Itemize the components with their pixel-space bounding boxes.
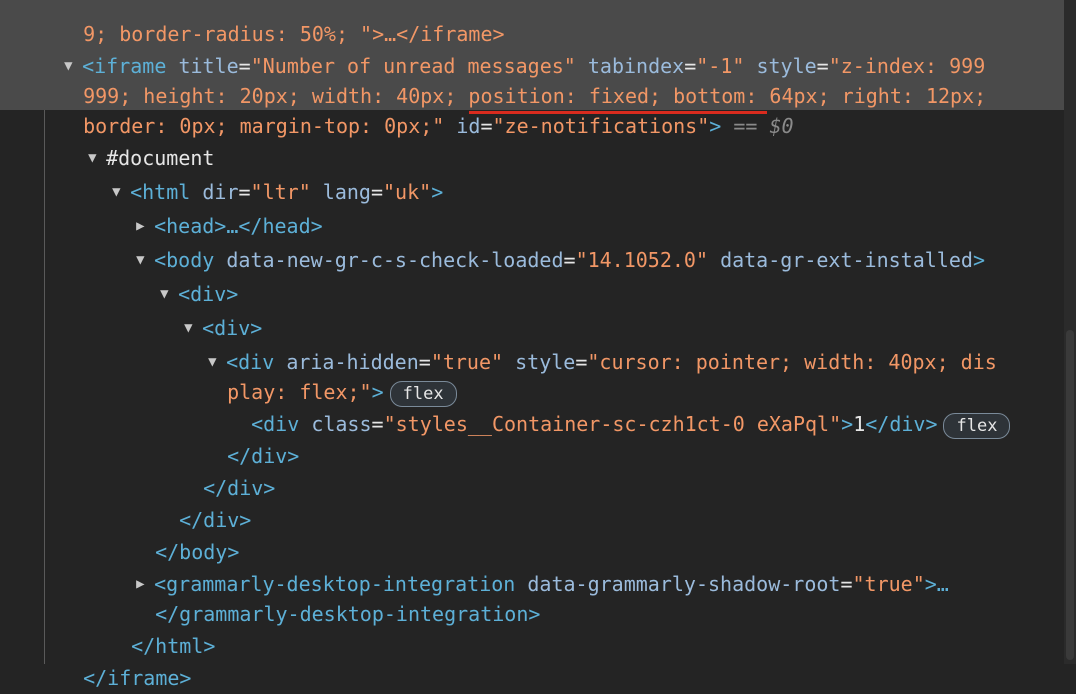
flex-badge[interactable]: flex (943, 412, 1011, 439)
tree-line-iframe-prev-tail[interactable]: 9; border-radius: 50%; ">…</iframe> (59, 0, 504, 46)
value-shadow-root: "true" (852, 572, 925, 596)
attr-shadow-root: data-grammarly-shadow-root (527, 572, 841, 596)
attr-class: class (311, 412, 372, 436)
tag-div-end: </div> (865, 412, 938, 436)
tag-iframe-end: </iframe> (83, 666, 192, 690)
value-lang: "uk" (383, 180, 432, 204)
attr-lang: lang (322, 180, 371, 204)
attr-ext-installed: data-gr-ext-installed (720, 248, 973, 272)
red-underline-annotation (469, 111, 767, 114)
text-content: 1 (853, 412, 866, 436)
tree-node-html-end[interactable]: </html> (107, 598, 215, 658)
tree-node-html[interactable]: ▼ <html dir="ltr" lang="uk"> (88, 144, 443, 204)
tree-node-head[interactable]: ▶ <head>…</head> (112, 178, 323, 238)
tree-node-div-3-wrap[interactable]: play: flex;"> flex (203, 344, 457, 407)
tree-node-iframe-wrap-2[interactable]: border: 0px; margin-top: 0px;" id="ze-no… (59, 78, 793, 138)
tree-node-div-2-end[interactable]: </div> (179, 440, 275, 500)
attr-check-loaded: data-new-gr-c-s-check-loaded (226, 248, 564, 272)
tag-close: > (431, 180, 444, 204)
value-check-loaded: "14.1052.0" (575, 248, 709, 272)
tree-node-iframe-wrap-1[interactable]: 999; height: 20px; width: 40px; position… (59, 48, 986, 108)
tree-node-body[interactable]: ▼ <body data-new-gr-c-s-check-loaded="14.… (112, 212, 985, 272)
attr-id: id (456, 114, 481, 138)
value-style-part1: "cursor: pointer; width: 40px; dis (587, 350, 997, 374)
tag-close: > (972, 248, 985, 272)
tree-node-iframe[interactable]: ▼ <iframe title="Number of unread message… (40, 18, 985, 78)
tree-node-div-3-end[interactable]: </div> (203, 408, 299, 468)
tree-guide-line (44, 110, 45, 664)
attr-style: style (515, 350, 576, 374)
value-class: "styles__Container-sc-czh1ct-0 eXaPql" (383, 412, 842, 436)
tree-node-div-3[interactable]: ▼ <div aria-hidden="true" style="cursor: … (184, 314, 997, 374)
tree-node-div-4[interactable]: <div class="styles__Container-sc-czh1ct-… (227, 376, 1011, 439)
tag-close: >… (924, 572, 949, 596)
tree-node-iframe-end[interactable]: </iframe> (59, 630, 191, 690)
tag-close: > (709, 114, 722, 138)
tree-node-div-2[interactable]: ▼ <div> (160, 280, 262, 340)
tree-node-div-1-end[interactable]: </div> (155, 472, 251, 532)
tag-close: > (841, 412, 854, 436)
scrollbar[interactable] (1064, 0, 1076, 664)
tree-node-grammarly[interactable]: ▶ <grammarly-desktop-integration data-gra… (112, 536, 949, 596)
tree-node-div-1[interactable]: ▼ <div> (136, 246, 238, 306)
tree-node-grammarly-end[interactable]: </grammarly-desktop-integration> (131, 566, 540, 626)
value-id: "ze-notifications" (492, 114, 710, 138)
console-reference: == $0 (733, 114, 794, 138)
tree-node-document[interactable]: ▼ #document (64, 110, 214, 170)
tree-node-body-end[interactable]: </body> (131, 504, 239, 564)
scrollbar-thumb[interactable] (1066, 330, 1074, 660)
